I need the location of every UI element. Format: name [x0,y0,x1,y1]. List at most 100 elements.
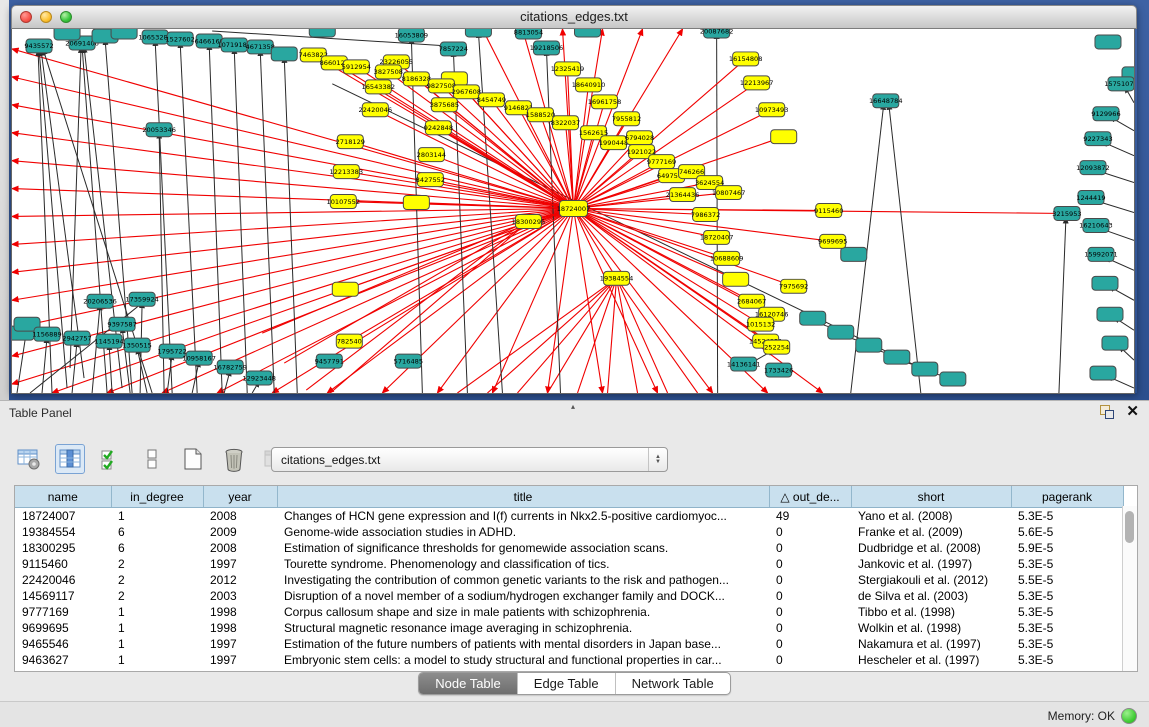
delete-trash-icon[interactable] [219,444,249,474]
column-header[interactable]: year [203,486,277,508]
tab-edge-table[interactable]: Edge Table [518,673,616,694]
table-source-select[interactable]: citations_edges.txt ▲▼ [271,447,668,472]
graph-node-label: 22420046 [359,106,393,114]
graph-node-label: 9115460 [814,207,843,215]
table-row[interactable]: 911546021997Tourette syndrome. Phenomeno… [15,556,1123,572]
graph-node[interactable] [884,350,910,364]
graph-node[interactable] [271,47,297,61]
graph-node-label: 3215953 [1052,210,1081,218]
table-cell: Tibbo et al. (1998) [851,604,1011,620]
tab-network-table[interactable]: Network Table [616,673,730,694]
row-mode-icon[interactable] [137,444,167,474]
table-cell: 0 [769,588,851,604]
graph-node-label: 12213383 [330,168,364,176]
graph-node[interactable] [1090,366,1116,380]
table-cell: 0 [769,604,851,620]
graph-node[interactable] [465,29,491,37]
table-row[interactable]: 969969511998Structural magnetic resonanc… [15,620,1123,636]
graph-node-label: 2684067 [737,298,766,306]
graph-node[interactable] [575,29,601,37]
float-panel-icon[interactable] [1100,405,1114,419]
table-header-row[interactable]: namein_degreeyeartitle△ out_de...shortpa… [15,486,1123,508]
graph-node-label: 9457791 [315,357,344,365]
graph-node[interactable] [403,196,429,210]
table-cell: 5.3E-5 [1011,636,1123,652]
graph-node[interactable] [771,130,797,144]
table-cell: 0 [769,540,851,556]
graph-node-label: 7955812 [612,115,641,123]
network-window-titlebar[interactable]: citations_edges.txt [11,5,1137,29]
table-row[interactable]: 946362711997Embryonic stem cells: a mode… [15,652,1123,668]
table-row[interactable]: 1830029562008Estimation of significance … [15,540,1123,556]
table-cell: 2 [111,572,203,588]
table-vertical-scrollbar[interactable] [1122,506,1137,671]
new-document-icon[interactable] [178,444,208,474]
table-cell: 1998 [203,620,277,636]
close-panel-icon[interactable]: ✕ [1126,405,1139,419]
table-row[interactable]: 977716911998Corpus callosum shape and si… [15,604,1123,620]
graph-node[interactable] [841,247,867,261]
citation-network-graph[interactable]: 9435572206914061065328715276026466160107… [12,29,1134,393]
table-cell: Structural magnetic resonance image aver… [277,620,769,636]
graph-node[interactable] [912,362,938,376]
graph-node-label: 7975692 [779,283,808,291]
graph-node[interactable] [332,282,358,296]
graph-node-label: 9242848 [424,124,453,132]
graph-node-label: 4671358 [246,43,275,51]
combo-stepper-icon: ▲▼ [648,448,667,471]
graph-node[interactable] [1092,276,1118,290]
table-cell: 2003 [203,588,277,604]
table-cell: Tourette syndrome. Phenomenology and cla… [277,556,769,572]
table-settings-icon[interactable] [14,444,44,474]
table-cell: 49 [769,508,851,525]
column-visibility-icon[interactable] [55,444,85,474]
graph-node-label: 1733426 [764,366,793,374]
graph-node[interactable] [800,311,826,325]
column-header[interactable]: short [851,486,1011,508]
graph-node-label: 1145194 [94,337,123,345]
graph-node-label: 7986372 [691,211,720,219]
table-row[interactable]: 946554611997Estimation of the future num… [15,636,1123,652]
graph-node-label: 10807467 [712,189,746,197]
graph-node-label: 20087682 [700,29,734,35]
graph-node[interactable] [309,29,335,37]
graph-node-label: 3875685 [430,101,459,109]
graph-node[interactable] [828,325,854,339]
scrollbar-thumb[interactable] [1125,511,1134,543]
graph-node-label: 2803144 [417,151,446,159]
table-cell: 9777169 [15,604,111,620]
graph-node-label: 21364436 [666,191,700,199]
table-row[interactable]: 1456911722003Disruption of a novel membe… [15,588,1123,604]
table-cell: Investigating the contribution of common… [277,572,769,588]
graph-node[interactable] [856,338,882,352]
graph-node[interactable] [1102,336,1128,350]
table-cell: Changes of HCN gene expression and I(f) … [277,508,769,525]
table-cell: 14569117 [15,588,111,604]
graph-node-label: 2718129 [336,138,365,146]
table-cell: 18300295 [15,540,111,556]
table-cell: 1997 [203,652,277,668]
column-header[interactable]: pagerank [1011,486,1123,508]
graph-node[interactable] [1097,307,1123,321]
column-header[interactable]: in_degree [111,486,203,508]
table-cell: 0 [769,524,851,540]
graph-node[interactable] [940,372,966,386]
graph-node[interactable] [723,272,749,286]
graph-node[interactable] [54,29,80,40]
table-row[interactable]: 2242004622012Investigating the contribut… [15,572,1123,588]
table-source-value: citations_edges.txt [272,453,648,467]
tab-node-table[interactable]: Node Table [419,673,518,694]
network-canvas[interactable]: 9435572206914061065328715276026466160107… [11,29,1135,394]
panel-resize-grip-icon[interactable]: ▴ [571,402,575,411]
graph-node[interactable] [1095,35,1121,49]
graph-node-label: 1350515 [122,341,151,349]
table-row[interactable]: 1872400712008Changes of HCN gene express… [15,508,1123,525]
column-header[interactable]: △ out_de... [769,486,851,508]
table-row[interactable]: 1938455462009Genome-wide association stu… [15,524,1123,540]
table-cell: Hescheler et al. (1997) [851,652,1011,668]
column-header[interactable]: title [277,486,769,508]
graph-node[interactable] [111,29,137,39]
select-checkmarks-icon[interactable] [96,444,126,474]
column-header[interactable]: name [15,486,111,508]
table-cell: 2012 [203,572,277,588]
